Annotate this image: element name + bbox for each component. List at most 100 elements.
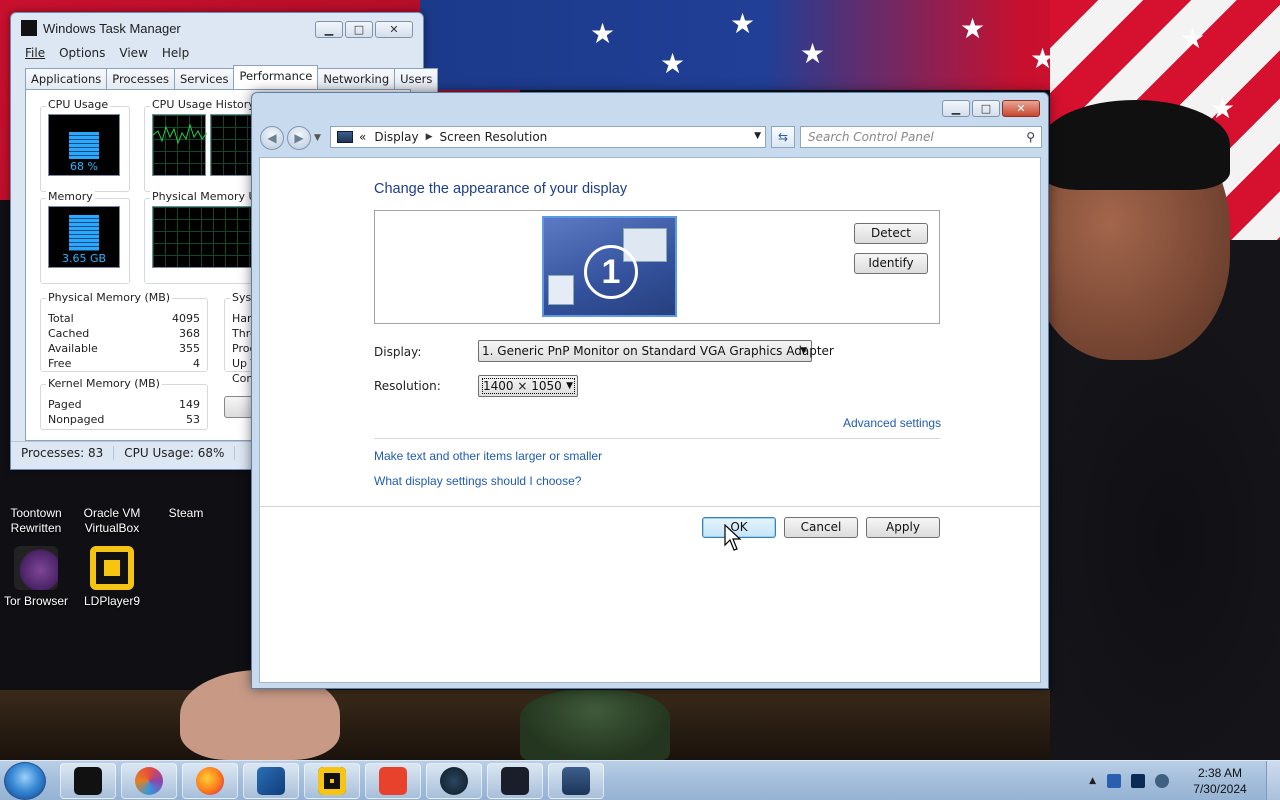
search-placeholder: Search Control Panel <box>808 130 934 144</box>
show-hidden-icons-chevron-icon[interactable]: ▲ <box>1089 776 1096 786</box>
clock-time: 2:38 AM <box>1197 766 1243 780</box>
tab-performance[interactable]: Performance <box>233 65 319 89</box>
monitor-icon <box>562 767 590 795</box>
forward-button[interactable]: ▶ <box>287 126 311 150</box>
start-button[interactable] <box>4 762 46 800</box>
firefox-icon <box>196 767 224 795</box>
physical-memory-row: Available 355 <box>48 342 200 355</box>
breadcrumb-display[interactable]: Display <box>374 130 418 144</box>
refresh-button[interactable]: ⇆ <box>771 126 795 148</box>
maximize-button[interactable]: □ <box>972 100 1000 117</box>
desktop-icon-label: Rewritten <box>10 521 62 535</box>
monitor-document-icon <box>548 275 574 305</box>
resolution-select[interactable]: 1400 × 1050 ▼ <box>478 375 578 397</box>
physical-memory-row: Free 4 <box>48 357 200 370</box>
ok-button[interactable]: OK <box>702 517 776 538</box>
page-title: Change the appearance of your display <box>374 181 628 197</box>
physical-memory-row: Cached 368 <box>48 327 200 340</box>
tray-app-icon[interactable] <box>1107 774 1121 788</box>
task-manager-menubar: File Options View Help <box>11 43 423 63</box>
desktop-icon-tor-browser[interactable]: Tor Browser <box>0 546 72 609</box>
menu-options[interactable]: Options <box>59 46 105 60</box>
kernel-memory-row: Paged 149 <box>48 398 200 411</box>
screen-resolution-window: ▁ □ ✕ ◀ ▶ ▼ « Display ▶ Screen Resolutio… <box>251 92 1049 689</box>
search-control-panel-input[interactable]: Search Control Panel ⚲ <box>800 126 1042 148</box>
show-desktop-button[interactable] <box>1266 761 1280 800</box>
breadcrumb-separator-icon[interactable]: ▶ <box>426 132 433 142</box>
terminal-icon <box>501 767 529 795</box>
row-key: Free <box>48 357 72 370</box>
taskbar-app-anydesk[interactable] <box>365 763 421 799</box>
tor-browser-icon <box>135 767 163 795</box>
search-icon[interactable]: ⚲ <box>1026 130 1035 144</box>
breadcrumb-screen-resolution[interactable]: Screen Resolution <box>440 130 548 144</box>
clock[interactable]: 2:38 AM 7/30/2024 <box>1174 765 1266 797</box>
chevron-down-icon: ▼ <box>566 381 573 391</box>
maximize-button[interactable]: □ <box>345 21 373 38</box>
back-button[interactable]: ◀ <box>260 126 284 150</box>
address-dropdown-chevron-icon[interactable]: ▼ <box>754 131 761 141</box>
cpu-usage-meter: 68 % <box>48 114 120 176</box>
display-select[interactable]: 1. Generic PnP Monitor on Standard VGA G… <box>478 340 834 362</box>
display-settings-help-link[interactable]: What display settings should I choose? <box>374 474 581 488</box>
divider <box>260 506 1040 507</box>
control-panel-icon <box>337 131 353 143</box>
wallpaper-hair <box>1040 100 1230 190</box>
network-icon[interactable] <box>1155 774 1169 788</box>
steam-icon <box>440 767 468 795</box>
desktop-icon-label: Toontown <box>10 506 62 520</box>
physical-memory-history-graph <box>152 206 264 268</box>
cpu-history-line <box>152 123 208 145</box>
wallpaper-vase <box>520 690 670 760</box>
row-value: 4 <box>193 357 200 370</box>
taskbar-app-terminal[interactable] <box>487 763 543 799</box>
taskbar-app-display-settings[interactable] <box>548 763 604 799</box>
taskbar-app-ldplayer[interactable] <box>304 763 360 799</box>
ldplayer-icon <box>318 767 346 795</box>
system-tray: ▲ 2:38 AM 7/30/2024 <box>1089 761 1280 800</box>
identify-button[interactable]: Identify <box>854 253 928 274</box>
taskbar-app-steam[interactable] <box>426 763 482 799</box>
taskbar-app-tor-browser[interactable] <box>121 763 177 799</box>
action-center-icon[interactable] <box>1131 774 1145 788</box>
chevron-down-icon: ▼ <box>800 346 807 356</box>
minimize-icon: ▁ <box>324 23 334 36</box>
minimize-icon: ▁ <box>951 102 961 115</box>
row-value: 53 <box>186 413 200 426</box>
taskbar-app-unknown[interactable] <box>60 763 116 799</box>
memory-value: 3.65 GB <box>61 252 107 265</box>
memory-meter: 3.65 GB <box>48 206 120 268</box>
physical-memory-title: Physical Memory (MB) <box>46 291 173 304</box>
monitor-1-tile[interactable]: 1 <box>542 216 677 317</box>
close-button[interactable]: ✕ <box>375 21 413 38</box>
breadcrumb-overflow[interactable]: « <box>359 130 366 144</box>
advanced-settings-link[interactable]: Advanced settings <box>843 416 941 430</box>
menu-view[interactable]: View <box>119 46 147 60</box>
minimize-button[interactable]: ▁ <box>315 21 343 38</box>
desktop-icon-label: Steam <box>168 506 204 520</box>
task-manager-icon <box>21 20 37 36</box>
recent-pages-chevron-icon[interactable]: ▼ <box>314 133 321 143</box>
detect-button[interactable]: Detect <box>854 223 928 244</box>
minimize-button[interactable]: ▁ <box>942 100 970 117</box>
cpu-history-graph-core1 <box>152 114 208 176</box>
taskbar-app-virtualbox[interactable] <box>243 763 299 799</box>
display-label: Display: <box>374 345 422 359</box>
address-bar[interactable]: « Display ▶ Screen Resolution ▼ <box>330 126 766 148</box>
taskbar-app-firefox[interactable] <box>182 763 238 799</box>
menu-file[interactable]: File <box>25 46 45 60</box>
forward-arrow-icon: ▶ <box>294 131 304 145</box>
close-button[interactable]: ✕ <box>1002 100 1040 117</box>
text-size-link[interactable]: Make text and other items larger or smal… <box>374 449 602 463</box>
apply-button[interactable]: Apply <box>866 517 940 538</box>
status-cpu-usage: CPU Usage: 68% <box>114 445 236 460</box>
menu-help[interactable]: Help <box>162 46 189 60</box>
cancel-button[interactable]: Cancel <box>784 517 858 538</box>
desktop-icon-ldplayer[interactable]: LDPlayer9 <box>76 546 148 609</box>
row-key: Nonpaged <box>48 413 105 426</box>
row-key: Paged <box>48 398 82 411</box>
row-key: Total <box>48 312 74 325</box>
display-select-value: 1. Generic PnP Monitor on Standard VGA G… <box>482 344 834 358</box>
row-value: 149 <box>179 398 200 411</box>
maximize-icon: □ <box>980 102 992 115</box>
